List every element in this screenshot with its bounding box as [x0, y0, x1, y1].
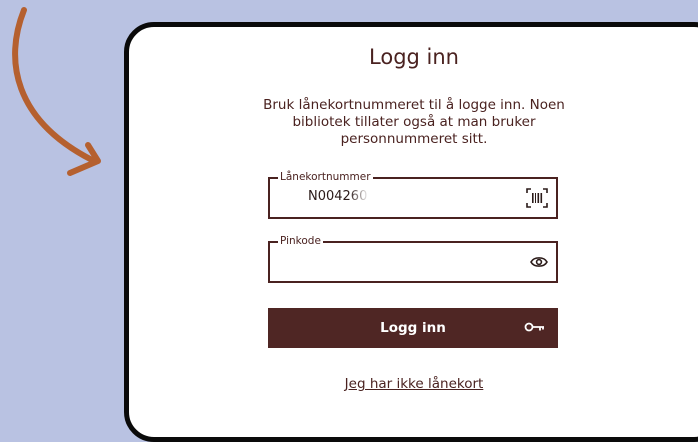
login-card: Logg inn Bruk lånekortnummeret til å log…: [124, 22, 698, 442]
login-button-label: Logg inn: [380, 320, 446, 336]
card-number-label: Lånekortnummer: [278, 170, 373, 184]
key-icon: [524, 321, 546, 337]
barcode-icon[interactable]: [526, 188, 548, 212]
curved-arrow-icon: [12, 7, 101, 176]
login-description: Bruk lånekortnummeret til å logge inn. N…: [263, 97, 565, 147]
card-number-value: N004260: [308, 189, 368, 204]
no-card-link[interactable]: Jeg har ikke lånekort: [345, 376, 484, 392]
eye-icon[interactable]: [530, 254, 548, 273]
login-button[interactable]: Logg inn: [268, 308, 558, 348]
no-card-link-wrap: Jeg har ikke lånekort: [129, 376, 698, 392]
card-number-field[interactable]: Lånekortnummer N004260: [268, 170, 558, 219]
page-title: Logg inn: [369, 45, 459, 69]
pin-field[interactable]: Pinkode: [268, 234, 558, 283]
pin-label: Pinkode: [278, 234, 323, 248]
